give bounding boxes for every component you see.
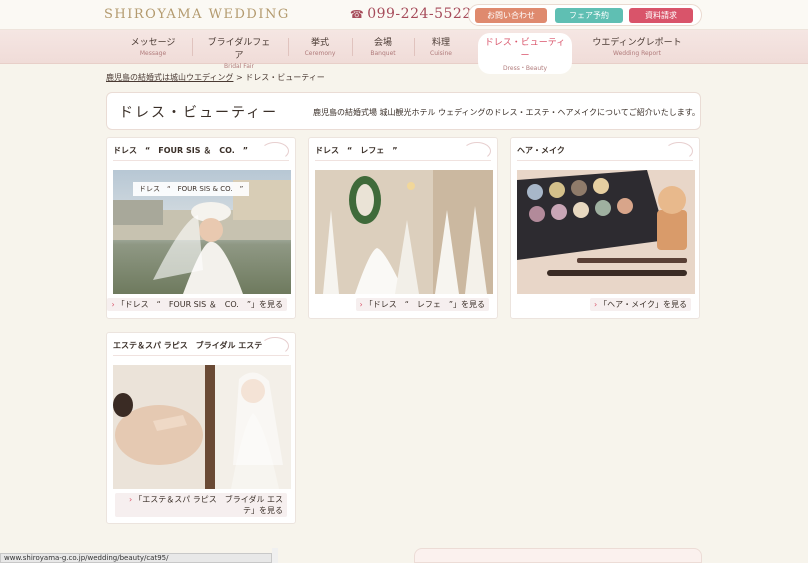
dress-photo[interactable]: ドレス “ FOUR SIS & CO. ” [113, 170, 291, 294]
page-description: 鹿児島の結婚式場 城山観光ホテル ウェディングのドレス・エステ・ヘアメイクについ… [313, 108, 700, 117]
card-title: ドレス “ FOUR SIS ＆ CO. ” [113, 146, 249, 155]
card-link-dress-refe[interactable]: › 「ドレス “ レフェ ”」を見る [355, 298, 489, 311]
site-logo[interactable]: SHIROYAMA WEDDING [104, 7, 290, 22]
nav-item-bridal-fair[interactable]: ブライダルフェア Bridal Fair [204, 35, 274, 70]
nav-divider [352, 38, 353, 56]
breadcrumb-separator: > [236, 73, 243, 82]
phone-icon: ☎ [350, 8, 365, 21]
nav-item-ceremony[interactable]: 挙式 Ceremony [300, 35, 340, 57]
arrow-right-icon: › [129, 495, 133, 504]
nav-item-dress-beauty[interactable]: ドレス・ビューティー Dress・Beauty [478, 33, 572, 74]
page-title: ドレス・ビューティー [119, 105, 279, 121]
fair-reservation-button[interactable]: フェア予約 [555, 8, 623, 23]
divider [113, 355, 289, 356]
nav-item-banquet[interactable]: 会場 Banquet [364, 35, 402, 57]
page-title-box: ドレス・ビューティー 鹿児島の結婚式場 城山観光ホテル ウェディングのドレス・エ… [106, 92, 701, 130]
nav-divider [192, 38, 193, 56]
dress-shop-illustration [315, 170, 493, 294]
breadcrumb-current: ドレス・ビューティー [245, 73, 325, 82]
dress-shop-photo[interactable] [315, 170, 493, 294]
makeup-photo[interactable] [517, 170, 695, 294]
card-title: ドレス “ レフェ ” [315, 146, 398, 155]
divider [315, 160, 491, 161]
main-nav: メッセージ Message ブライダルフェア Bridal Fair 挙式 Cerem… [0, 30, 808, 74]
site-header: SHIROYAMA WEDDING ☎ 099-224-5522 お問い合わせ フ… [0, 0, 808, 30]
breadcrumb-home-link[interactable]: 鹿児島の結婚式は城山ウエディング [106, 73, 233, 82]
swirl-ornament-icon [463, 142, 491, 160]
browser-status-bar: www.shiroyama-g.co.jp/wedding/beauty/cat… [0, 553, 272, 563]
nav-divider [288, 38, 289, 56]
photo-caption: ドレス “ FOUR SIS & CO. ” [133, 182, 250, 196]
card-link-este-spa[interactable]: › 「エステ＆スパ ラピス ブライダル エステ」を見る [115, 493, 287, 517]
divider [517, 160, 693, 161]
breadcrumb: 鹿児島の結婚式は城山ウエディング > ドレス・ビューティー [106, 72, 325, 83]
nav-item-wedding-report[interactable]: ウエディングレポート Wedding Report [590, 35, 684, 57]
contact-button[interactable]: お問い合わせ [475, 8, 547, 23]
divider [113, 160, 289, 161]
makeup-palette-illustration [517, 170, 695, 294]
arrow-right-icon: › [111, 300, 115, 309]
card-title: エステ＆スパ ラピス ブライダル エステ [113, 341, 263, 350]
request-brochure-button[interactable]: 資料請求 [629, 8, 693, 23]
spa-illustration [113, 365, 291, 489]
phone-number: ☎ 099-224-5522 [350, 6, 472, 22]
card-link-hair-makeup[interactable]: › 「ヘア・メイク」を見る [589, 298, 691, 311]
card-link-dress-four-sis[interactable]: › 「ドレス “ FOUR SIS ＆ CO. ”」を見る [107, 298, 287, 311]
este-spa-photo[interactable] [113, 365, 291, 489]
header-button-group: お問い合わせ フェア予約 資料請求 [468, 4, 702, 26]
arrow-right-icon: › [359, 300, 363, 309]
swirl-ornament-icon [665, 142, 693, 160]
swirl-ornament-icon [261, 142, 289, 160]
bottom-banner-left [272, 548, 278, 563]
card-este-spa: エステ＆スパ ラピス ブライダル エステ › 「エステ＆スパ ラピス ブライダル … [106, 332, 296, 524]
card-dress-refe: ドレス “ レフェ ” › 「ドレス “ レフェ ”」を見る [308, 137, 498, 319]
arrow-right-icon: › [593, 300, 598, 309]
swirl-ornament-icon [261, 337, 289, 355]
nav-item-message[interactable]: メッセージ Message [128, 35, 178, 57]
nav-item-cuisine[interactable]: 料理 Cuisine [422, 35, 460, 57]
card-title: ヘア・メイク [517, 146, 565, 155]
nav-divider [414, 38, 415, 56]
bottom-banner-right [414, 548, 702, 563]
card-hair-makeup: ヘア・メイク › 「ヘア・メイク」を見る [510, 137, 700, 319]
card-dress-four-sis: ドレス “ FOUR SIS ＆ CO. ” ドレス “ FOUR SIS & … [106, 137, 296, 319]
